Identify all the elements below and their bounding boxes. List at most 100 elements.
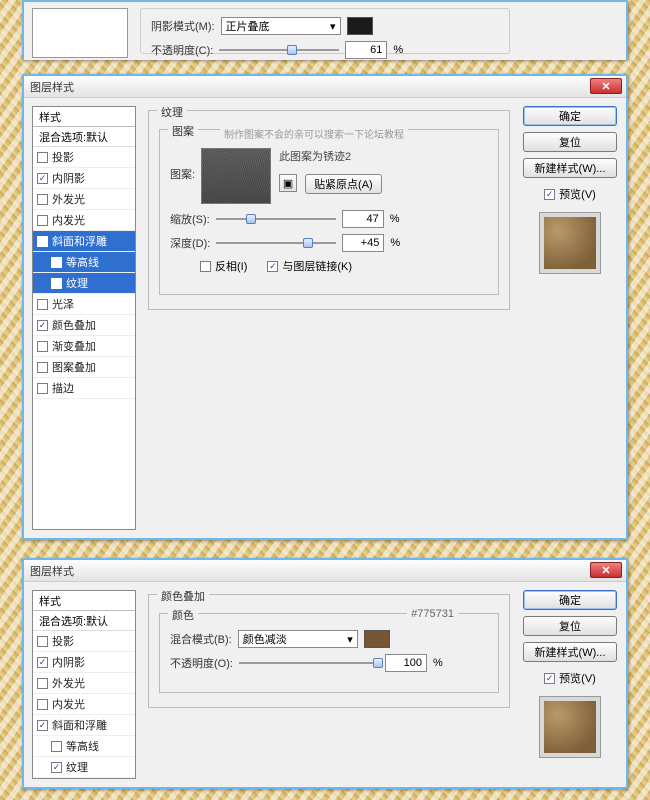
checkbox-icon[interactable]	[51, 257, 62, 268]
style-item-label: 纹理	[66, 759, 88, 775]
style-item-斜面和浮雕[interactable]: 斜面和浮雕	[33, 231, 135, 252]
style-item-label: 纹理	[66, 275, 88, 291]
style-item-等高线[interactable]: 等高线	[33, 252, 135, 273]
close-button[interactable]: ✕	[590, 562, 622, 578]
checkbox-icon[interactable]	[37, 657, 48, 668]
style-item-等高线[interactable]: 等高线	[33, 736, 135, 757]
style-list: 样式 混合选项:默认 投影内阴影外发光内发光斜面和浮雕等高线纹理光泽颜色叠加渐变…	[32, 106, 136, 530]
ok-button[interactable]: 确定	[523, 590, 617, 610]
link-layer-checkbox[interactable]: 与图层链接(K)	[267, 258, 352, 274]
reset-button[interactable]: 复位	[523, 132, 617, 152]
style-list-header: 样式	[33, 107, 135, 127]
checkbox-icon[interactable]	[51, 762, 62, 773]
coloroverlay-fieldset: 颜色叠加 颜色 #775731 混合模式(B): 颜色减淡▾ 不透明度(O): …	[148, 594, 510, 708]
dialog-fragment-top: 阴影模式(M): 正片叠底▾ 不透明度(C): 61 %	[22, 0, 628, 60]
style-item-label: 内阴影	[52, 654, 85, 670]
style-item-label: 图案叠加	[52, 359, 96, 375]
new-style-button[interactable]: 新建样式(W)...	[523, 158, 617, 178]
chevron-down-icon: ▾	[347, 633, 353, 646]
checkbox-icon[interactable]	[37, 152, 48, 163]
layer-style-dialog-coloroverlay: 图层样式 ✕ 样式 混合选项:默认 投影内阴影外发光内发光斜面和浮雕等高线纹理 …	[22, 558, 628, 789]
snap-origin-button[interactable]: 贴紧原点(A)	[305, 174, 382, 194]
style-item-label: 斜面和浮雕	[52, 233, 107, 249]
depth-slider[interactable]	[216, 236, 336, 250]
checkbox-icon[interactable]	[37, 173, 48, 184]
style-item-斜面和浮雕[interactable]: 斜面和浮雕	[33, 715, 135, 736]
style-item-内阴影[interactable]: 内阴影	[33, 168, 135, 189]
checkbox-icon[interactable]	[37, 236, 48, 247]
checkbox-icon[interactable]	[37, 362, 48, 373]
opacity-slider[interactable]	[219, 43, 339, 57]
preview-swatch	[539, 696, 601, 758]
style-item-投影[interactable]: 投影	[33, 631, 135, 652]
reset-button[interactable]: 复位	[523, 616, 617, 636]
scale-label: 缩放(S):	[170, 211, 210, 227]
checkbox-icon[interactable]	[37, 215, 48, 226]
depth-value[interactable]: +45	[342, 234, 384, 252]
style-item-外发光[interactable]: 外发光	[33, 189, 135, 210]
style-item-内发光[interactable]: 内发光	[33, 694, 135, 715]
depth-label: 深度(D):	[170, 235, 210, 251]
style-item-图案叠加[interactable]: 图案叠加	[33, 357, 135, 378]
blendmode-dropdown[interactable]: 颜色减淡▾	[238, 630, 358, 648]
style-item-label: 投影	[52, 149, 74, 165]
new-doc-icon: ▣	[283, 177, 293, 190]
blend-options-row[interactable]: 混合选项:默认	[33, 127, 135, 147]
dialog-titlebar[interactable]: 图层样式 ✕	[24, 560, 626, 582]
checkbox-icon[interactable]	[37, 299, 48, 310]
style-item-渐变叠加[interactable]: 渐变叠加	[33, 336, 135, 357]
color-hex: #775731	[407, 608, 458, 620]
overlay-opacity-value[interactable]: 100	[385, 654, 427, 672]
opacity-value[interactable]: 61	[345, 41, 387, 59]
close-button[interactable]: ✕	[590, 78, 622, 94]
pattern-hint: 制作图案不会的亲可以搜索一下论坛教程	[220, 126, 408, 141]
pattern-label: 图案:	[170, 166, 195, 182]
style-item-label: 描边	[52, 380, 74, 396]
style-item-label: 渐变叠加	[52, 338, 96, 354]
shadow-mode-dropdown[interactable]: 正片叠底▾	[221, 17, 341, 35]
style-item-label: 内发光	[52, 212, 85, 228]
opacity-label: 不透明度(C):	[151, 42, 213, 58]
overlay-color-swatch[interactable]	[364, 630, 390, 648]
checkbox-icon[interactable]	[37, 341, 48, 352]
ok-button[interactable]: 确定	[523, 106, 617, 126]
style-item-外发光[interactable]: 外发光	[33, 673, 135, 694]
texture-fieldset: 纹理 图案 制作图案不会的亲可以搜索一下论坛教程 图案: 此图案为锈迹2	[148, 110, 510, 310]
style-item-内发光[interactable]: 内发光	[33, 210, 135, 231]
close-icon: ✕	[601, 80, 610, 93]
pattern-picker[interactable]	[201, 148, 271, 204]
style-item-内阴影[interactable]: 内阴影	[33, 652, 135, 673]
invert-checkbox[interactable]: 反相(I)	[200, 258, 247, 274]
scale-slider[interactable]	[216, 212, 336, 226]
preview-swatch	[539, 212, 601, 274]
style-item-纹理[interactable]: 纹理	[33, 757, 135, 778]
chevron-down-icon: ▾	[330, 20, 336, 33]
scale-value[interactable]: 47	[342, 210, 384, 228]
shadow-color-swatch[interactable]	[347, 17, 373, 35]
new-pattern-button[interactable]: ▣	[279, 174, 297, 192]
style-list: 样式 混合选项:默认 投影内阴影外发光内发光斜面和浮雕等高线纹理	[32, 590, 136, 779]
checkbox-icon[interactable]	[37, 678, 48, 689]
style-item-label: 颜色叠加	[52, 317, 96, 333]
style-item-描边[interactable]: 描边	[33, 378, 135, 399]
checkbox-icon[interactable]	[51, 741, 62, 752]
preview-checkbox[interactable]: 预览(V)	[544, 186, 596, 202]
style-item-光泽[interactable]: 光泽	[33, 294, 135, 315]
checkbox-icon[interactable]	[37, 636, 48, 647]
style-item-颜色叠加[interactable]: 颜色叠加	[33, 315, 135, 336]
blend-options-row[interactable]: 混合选项:默认	[33, 611, 135, 631]
style-item-label: 外发光	[52, 191, 85, 207]
preview-checkbox[interactable]: 预览(V)	[544, 670, 596, 686]
style-item-纹理[interactable]: 纹理	[33, 273, 135, 294]
texture-legend: 纹理	[157, 104, 187, 120]
checkbox-icon[interactable]	[37, 320, 48, 331]
overlay-opacity-slider[interactable]	[239, 656, 379, 670]
checkbox-icon[interactable]	[37, 383, 48, 394]
style-item-投影[interactable]: 投影	[33, 147, 135, 168]
checkbox-icon[interactable]	[37, 699, 48, 710]
new-style-button[interactable]: 新建样式(W)...	[523, 642, 617, 662]
checkbox-icon[interactable]	[37, 194, 48, 205]
dialog-titlebar[interactable]: 图层样式 ✕	[24, 76, 626, 98]
checkbox-icon[interactable]	[51, 278, 62, 289]
checkbox-icon[interactable]	[37, 720, 48, 731]
